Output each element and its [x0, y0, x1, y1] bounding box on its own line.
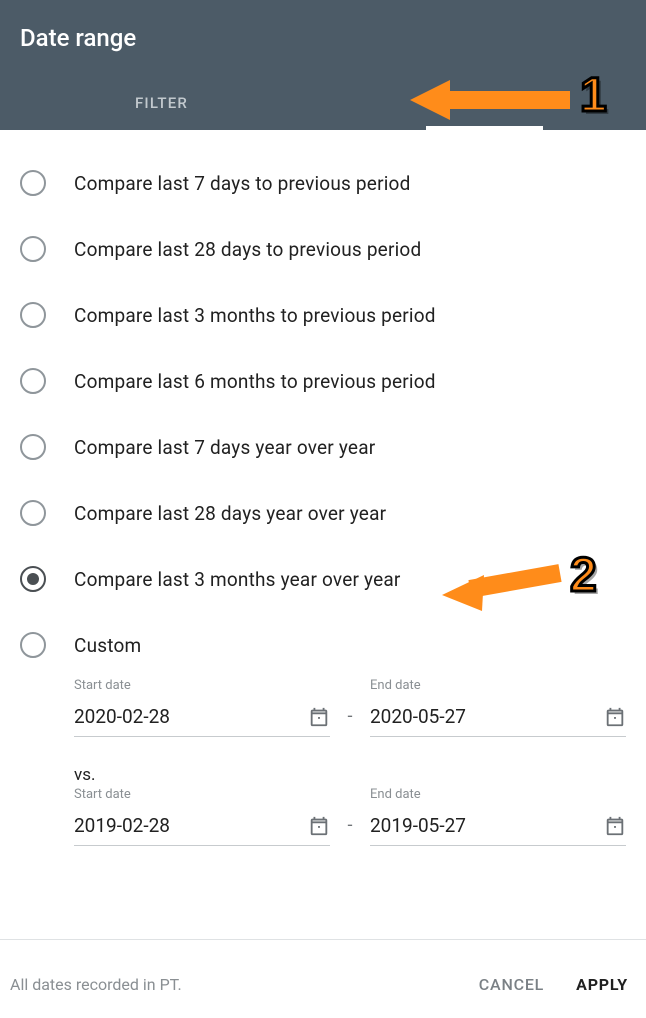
- footer-actions: CANCEL APPLY: [479, 975, 628, 994]
- field-label: Start date: [74, 787, 330, 802]
- option-6months-previous[interactable]: Compare last 6 months to previous period: [20, 348, 626, 414]
- option-label: Compare last 3 months year over year: [74, 568, 401, 591]
- tab-filter[interactable]: FILTER: [0, 76, 323, 130]
- divider: [0, 939, 646, 940]
- field-label: Start date: [74, 678, 330, 693]
- radio[interactable]: [20, 566, 46, 592]
- start-date-field[interactable]: Start date 2020-02-28: [74, 678, 330, 737]
- radio[interactable]: [20, 236, 46, 262]
- vs-label: vs.: [74, 765, 626, 785]
- radio[interactable]: [20, 434, 46, 460]
- option-label: Compare last 7 days to previous period: [74, 172, 411, 195]
- page-title: Date range: [0, 0, 646, 76]
- date-row-primary: Start date 2020-02-28 - End date 2020-05…: [74, 678, 626, 737]
- end-date-value: 2020-05-27: [370, 705, 466, 728]
- end-date-value: 2019-05-27: [370, 814, 466, 837]
- calendar-icon[interactable]: [308, 706, 330, 728]
- option-label: Compare last 6 months to previous period: [74, 370, 436, 393]
- radio[interactable]: [20, 368, 46, 394]
- header: Date range FILTER COMPARE: [0, 0, 646, 130]
- field-label: End date: [370, 678, 626, 693]
- start-date-field-compare[interactable]: Start date 2019-02-28: [74, 787, 330, 846]
- radio[interactable]: [20, 302, 46, 328]
- calendar-icon[interactable]: [604, 815, 626, 837]
- option-label: Compare last 28 days to previous period: [74, 238, 421, 261]
- end-date-field-compare[interactable]: End date 2019-05-27: [370, 787, 626, 846]
- option-custom[interactable]: Custom: [20, 612, 626, 678]
- option-label: Compare last 3 months to previous period: [74, 304, 436, 327]
- option-7days-yoy[interactable]: Compare last 7 days year over year: [20, 414, 626, 480]
- tab-compare[interactable]: COMPARE: [323, 76, 646, 130]
- start-date-value: 2019-02-28: [74, 814, 170, 837]
- apply-button[interactable]: APPLY: [576, 975, 628, 994]
- end-date-field[interactable]: End date 2020-05-27: [370, 678, 626, 737]
- cancel-button[interactable]: CANCEL: [479, 975, 544, 994]
- tabs: FILTER COMPARE: [0, 76, 646, 130]
- range-dash: -: [342, 815, 358, 846]
- range-dash: -: [342, 706, 358, 737]
- date-row-compare: Start date 2019-02-28 - End date 2019-05…: [74, 787, 626, 846]
- calendar-icon[interactable]: [308, 815, 330, 837]
- option-label: Compare last 28 days year over year: [74, 502, 386, 525]
- option-label: Compare last 7 days year over year: [74, 436, 375, 459]
- options-list: Compare last 7 days to previous period C…: [0, 130, 646, 846]
- field-label: End date: [370, 787, 626, 802]
- option-label: Custom: [74, 634, 141, 657]
- start-date-value: 2020-02-28: [74, 705, 170, 728]
- footer: All dates recorded in PT. CANCEL APPLY: [0, 951, 646, 1018]
- option-7days-previous[interactable]: Compare last 7 days to previous period: [20, 150, 626, 216]
- option-3months-yoy[interactable]: Compare last 3 months year over year: [20, 546, 626, 612]
- footer-note: All dates recorded in PT.: [10, 975, 182, 994]
- calendar-icon[interactable]: [604, 706, 626, 728]
- option-28days-previous[interactable]: Compare last 28 days to previous period: [20, 216, 626, 282]
- radio[interactable]: [20, 500, 46, 526]
- date-range-block: Start date 2020-02-28 - End date 2020-05…: [20, 678, 626, 846]
- radio[interactable]: [20, 170, 46, 196]
- radio[interactable]: [20, 632, 46, 658]
- option-28days-yoy[interactable]: Compare last 28 days year over year: [20, 480, 626, 546]
- option-3months-previous[interactable]: Compare last 3 months to previous period: [20, 282, 626, 348]
